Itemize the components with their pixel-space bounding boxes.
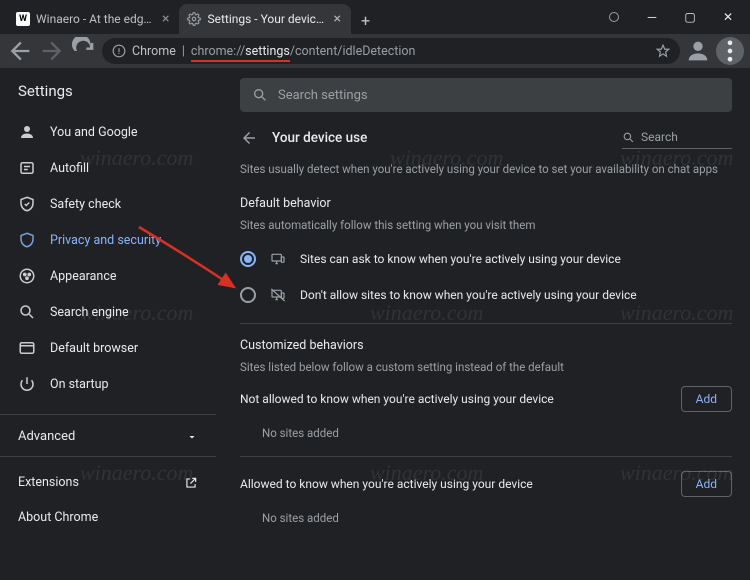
- autofill-icon: [18, 159, 36, 177]
- window-titlebar: W Winaero - At the edge of tweaki × Sett…: [0, 0, 750, 34]
- default-behavior-sub: Sites automatically follow this setting …: [240, 217, 732, 234]
- window-controls: ─ ▢ ✕: [596, 4, 750, 34]
- advanced-label: Advanced: [18, 429, 75, 444]
- search-label: Search: [641, 130, 678, 144]
- bookmark-star-icon[interactable]: [656, 44, 670, 58]
- nav-label: Appearance: [50, 269, 117, 284]
- customized-sub: Sites listed below follow a custom setti…: [240, 359, 732, 376]
- url-part: chrome://: [191, 44, 245, 62]
- url-highlight: settings: [245, 44, 290, 62]
- close-icon[interactable]: ×: [333, 11, 340, 27]
- extensions-label: Extensions: [18, 475, 79, 490]
- settings-main: Search settings Your device use Search S…: [216, 68, 750, 580]
- radio-label: Sites can ask to know when you're active…: [300, 252, 621, 266]
- nav-safety-check[interactable]: Safety check: [0, 186, 216, 222]
- shield-icon: [18, 231, 36, 249]
- nav-default-browser[interactable]: Default browser: [0, 330, 216, 366]
- settings-nav: You and Google Autofill Safety check Pri…: [0, 110, 216, 406]
- about-label: About Chrome: [18, 510, 98, 525]
- add-not-allowed-button[interactable]: Add: [681, 386, 732, 412]
- divider: [240, 456, 732, 457]
- no-sites-text: No sites added: [240, 503, 732, 531]
- search-icon: [18, 303, 36, 321]
- power-icon: [18, 375, 36, 393]
- settings-search-input[interactable]: Search settings: [240, 78, 732, 112]
- tab-title: Settings - Your device use: [207, 12, 327, 26]
- profile-button[interactable]: [684, 37, 712, 65]
- search-icon: [252, 87, 268, 103]
- address-bar[interactable]: Chrome | chrome://settings/content/idleD…: [102, 38, 680, 64]
- nav-on-startup[interactable]: On startup: [0, 366, 216, 402]
- radio-label: Don't allow sites to know when you're ac…: [300, 288, 637, 302]
- person-icon: [18, 123, 36, 141]
- no-sites-text: No sites added: [240, 418, 732, 446]
- favicon-winaero: W: [16, 12, 30, 26]
- safety-check-icon: [18, 195, 36, 213]
- allowed-label: Allowed to know when you're actively usi…: [240, 477, 533, 491]
- nav-label: Default browser: [50, 341, 138, 356]
- settings-sidebar: Settings You and Google Autofill Safety …: [0, 68, 216, 580]
- tab-title: Winaero - At the edge of tweaki: [36, 12, 156, 26]
- add-allowed-button[interactable]: Add: [681, 471, 732, 497]
- nav-autofill[interactable]: Autofill: [0, 150, 216, 186]
- browser-tab-winaero[interactable]: W Winaero - At the edge of tweaki ×: [8, 4, 179, 34]
- radio-selected-icon: [240, 251, 256, 267]
- url-separator: |: [182, 44, 185, 59]
- nav-label: Search engine: [50, 305, 129, 320]
- nav-back-button[interactable]: [6, 37, 34, 65]
- account-indicator[interactable]: [596, 4, 632, 30]
- device-icon: [270, 251, 286, 267]
- nav-label: You and Google: [50, 125, 138, 140]
- nav-you-and-google[interactable]: You and Google: [0, 114, 216, 150]
- back-arrow-button[interactable]: [240, 129, 258, 147]
- radio-sites-can-ask[interactable]: Sites can ask to know when you're active…: [240, 241, 732, 277]
- nav-appearance[interactable]: Appearance: [0, 258, 216, 294]
- browser-tab-settings[interactable]: Settings - Your device use ×: [179, 4, 350, 34]
- nav-about-chrome[interactable]: About Chrome: [0, 500, 216, 535]
- not-allowed-label: Not allowed to know when you're actively…: [240, 392, 554, 406]
- nav-label: Safety check: [50, 197, 121, 212]
- app-title: Settings: [0, 68, 216, 110]
- default-behavior-title: Default behavior: [240, 196, 732, 211]
- site-info-icon[interactable]: [112, 44, 126, 58]
- section-search-input[interactable]: Search: [622, 126, 732, 149]
- nav-label: Privacy and security: [50, 233, 161, 248]
- divider: [240, 323, 732, 324]
- radio-dont-allow[interactable]: Don't allow sites to know when you're ac…: [240, 277, 732, 313]
- external-link-icon: [184, 476, 198, 490]
- menu-button[interactable]: [716, 37, 744, 65]
- page-title: Your device use: [272, 130, 608, 146]
- chevron-down-icon: [186, 431, 198, 443]
- close-icon[interactable]: ×: [162, 11, 169, 27]
- close-window-button[interactable]: ✕: [710, 4, 746, 30]
- new-tab-button[interactable]: +: [351, 7, 380, 34]
- device-blocked-icon: [270, 287, 286, 303]
- search-placeholder: Search settings: [278, 88, 368, 103]
- minimize-button[interactable]: ─: [634, 4, 670, 30]
- browser-toolbar: Chrome | chrome://settings/content/idleD…: [0, 34, 750, 68]
- nav-label: Autofill: [50, 161, 89, 176]
- nav-extensions[interactable]: Extensions: [0, 465, 216, 500]
- appearance-icon: [18, 267, 36, 285]
- nav-search-engine[interactable]: Search engine: [0, 294, 216, 330]
- browser-icon: [18, 339, 36, 357]
- page-description: Sites usually detect when you're activel…: [240, 161, 732, 178]
- customized-title: Customized behaviors: [240, 338, 732, 353]
- maximize-button[interactable]: ▢: [672, 4, 708, 30]
- nav-privacy-security[interactable]: Privacy and security: [0, 222, 216, 258]
- nav-label: On startup: [50, 377, 108, 392]
- radio-unselected-icon: [240, 287, 256, 303]
- gear-icon: [187, 12, 201, 26]
- url-scheme-label: Chrome: [132, 44, 176, 59]
- url-part: /content/idleDetection: [290, 44, 416, 59]
- reload-button[interactable]: [70, 37, 98, 65]
- nav-forward-button[interactable]: [38, 37, 66, 65]
- search-icon: [622, 131, 635, 144]
- nav-advanced[interactable]: Advanced: [0, 414, 216, 457]
